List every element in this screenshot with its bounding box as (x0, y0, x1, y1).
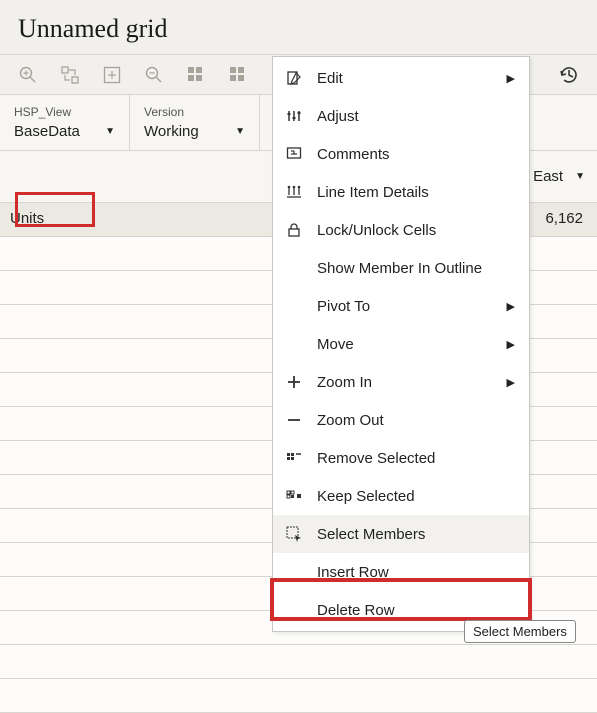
menu-item-label: Keep Selected (317, 488, 415, 505)
menu-item-edit[interactable]: Edit ▶ (273, 59, 529, 97)
dim-label: HSP_View (14, 105, 115, 119)
dim-value: BaseData (14, 123, 80, 140)
zoom-in-icon[interactable] (18, 65, 38, 85)
menu-item-label: Pivot To (317, 298, 370, 315)
blank-icon (285, 563, 303, 581)
chevron-right-icon: ▶ (507, 376, 515, 389)
menu-item-label: Move (317, 336, 354, 353)
chevron-down-icon: ▼ (105, 126, 115, 137)
page-title: Unnamed grid (0, 0, 597, 54)
grid-view-icon[interactable] (186, 65, 206, 85)
chevron-right-icon: ▶ (507, 72, 515, 85)
dim-label: Version (144, 105, 245, 119)
menu-item-label: Lock/Unlock Cells (317, 222, 436, 239)
menu-item-line-item-details[interactable]: Line Item Details (273, 173, 529, 211)
context-menu: Edit ▶ Adjust Comments Line Item Details Lock… (272, 56, 530, 632)
table-row[interactable] (0, 645, 597, 679)
menu-item-label: Delete Row (317, 602, 395, 619)
row-header-units[interactable]: Units (0, 203, 96, 236)
tooltip-select-members: Select Members (464, 620, 576, 643)
menu-item-label: Show Member In Outline (317, 260, 482, 277)
menu-item-label: Edit (317, 70, 343, 87)
comments-icon (285, 145, 303, 163)
dim-value: Working (144, 123, 199, 140)
line-details-icon (285, 183, 303, 201)
remove-sel-icon (285, 449, 303, 467)
zoom-out-icon[interactable] (144, 65, 164, 85)
menu-item-zoom-out[interactable]: Zoom Out (273, 401, 529, 439)
chevron-down-icon: ▼ (235, 126, 245, 137)
pivot-icon[interactable] (60, 65, 80, 85)
column-header-label: East (533, 168, 563, 185)
blank-icon (285, 601, 303, 619)
menu-item-zoom-in[interactable]: Zoom In ▶ (273, 363, 529, 401)
menu-item-label: Remove Selected (317, 450, 435, 467)
menu-item-keep-selected[interactable]: Keep Selected (273, 477, 529, 515)
select-members-icon (285, 525, 303, 543)
chevron-down-icon: ▼ (575, 171, 585, 182)
menu-item-label: Adjust (317, 108, 359, 125)
chevron-right-icon: ▶ (507, 338, 515, 351)
adjust-icon (285, 107, 303, 125)
grid-view-alt-icon[interactable] (228, 65, 248, 85)
menu-item-label: Zoom In (317, 374, 372, 391)
menu-item-pivot-to[interactable]: Pivot To ▶ (273, 287, 529, 325)
menu-item-move[interactable]: Move ▶ (273, 325, 529, 363)
menu-item-label: Select Members (317, 526, 425, 543)
menu-item-show-member-in-outline[interactable]: Show Member In Outline (273, 249, 529, 287)
keep-sel-icon (285, 487, 303, 505)
dimension-hsp-view[interactable]: HSP_View BaseData ▼ (0, 95, 130, 150)
edit-icon (285, 69, 303, 87)
data-cell[interactable]: 6,162 (522, 203, 597, 236)
blank-icon (285, 335, 303, 353)
blank-icon (285, 259, 303, 277)
chevron-right-icon: ▶ (507, 300, 515, 313)
menu-item-insert-row[interactable]: Insert Row (273, 553, 529, 591)
menu-item-select-members[interactable]: Select Members (273, 515, 529, 553)
menu-item-label: Comments (317, 146, 390, 163)
menu-item-label: Insert Row (317, 564, 389, 581)
expand-icon[interactable] (102, 65, 122, 85)
plus-icon (285, 373, 303, 391)
menu-item-label: Line Item Details (317, 184, 429, 201)
menu-item-adjust[interactable]: Adjust (273, 97, 529, 135)
menu-item-remove-selected[interactable]: Remove Selected (273, 439, 529, 477)
menu-item-lock-unlock-cells[interactable]: Lock/Unlock Cells (273, 211, 529, 249)
history-icon[interactable] (559, 65, 579, 85)
blank-icon (285, 297, 303, 315)
menu-item-label: Zoom Out (317, 412, 384, 429)
lock-icon (285, 221, 303, 239)
menu-item-comments[interactable]: Comments (273, 135, 529, 173)
minus-icon (285, 411, 303, 429)
dimension-version[interactable]: Version Working ▼ (130, 95, 260, 150)
table-row[interactable] (0, 679, 597, 713)
